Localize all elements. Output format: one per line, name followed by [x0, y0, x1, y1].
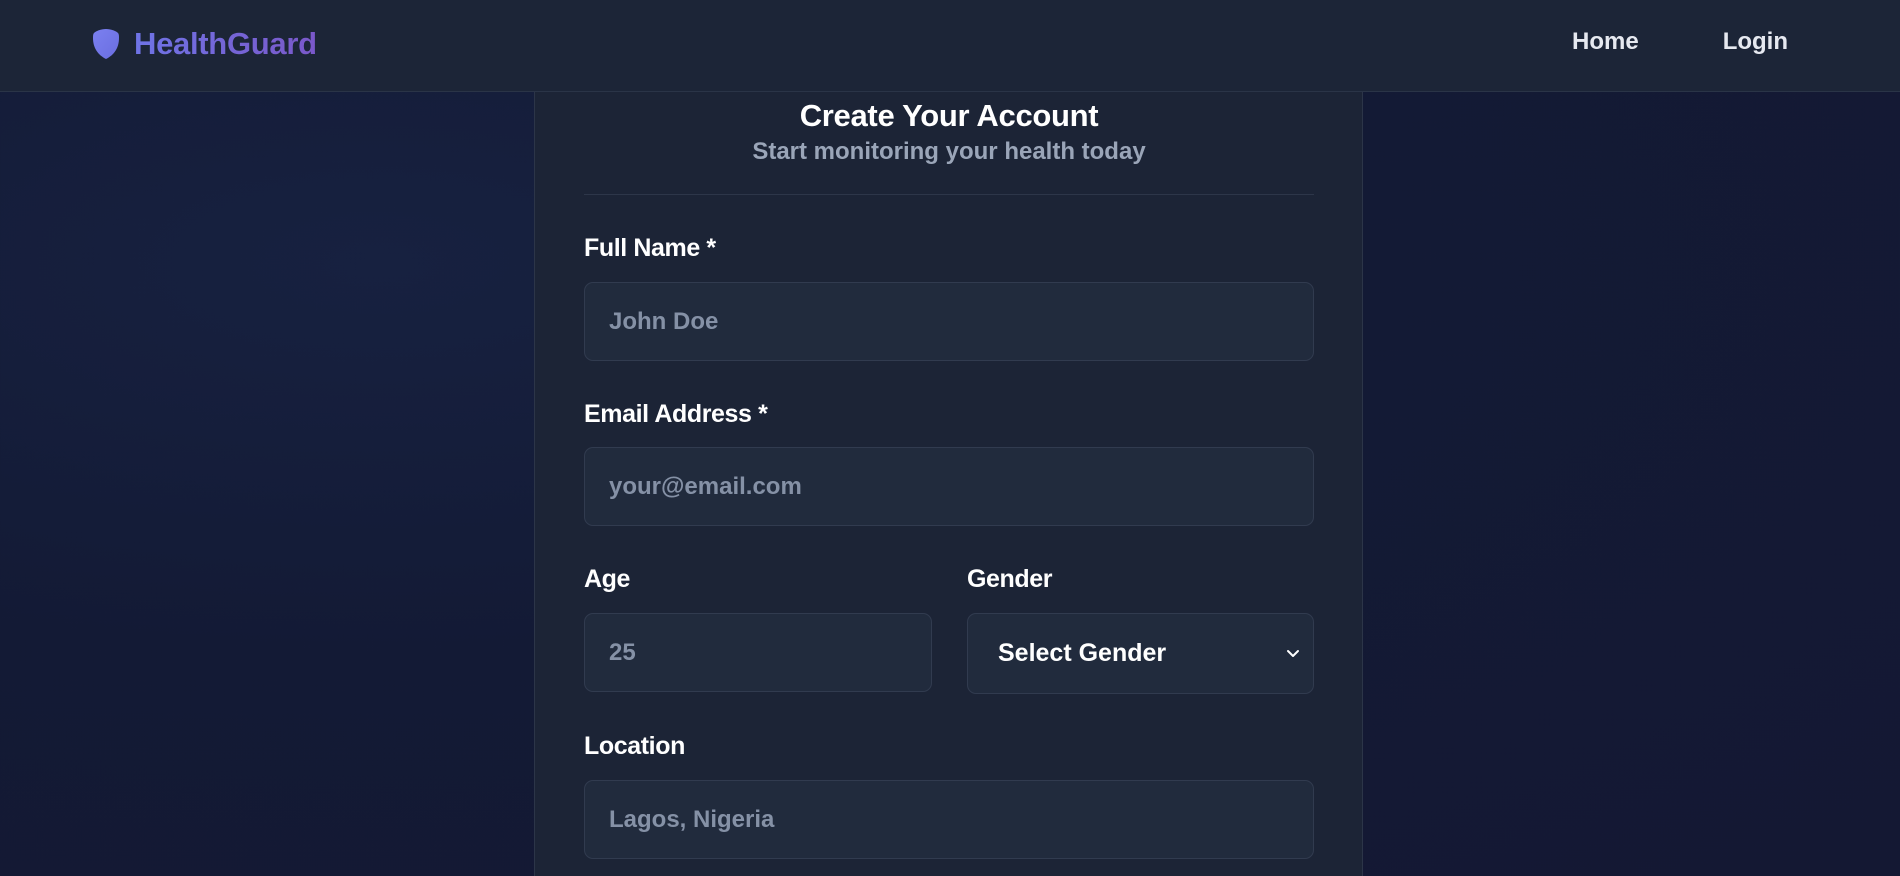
age-input[interactable] — [584, 613, 932, 692]
email-label: Email Address * — [584, 400, 768, 428]
full-name-input[interactable] — [584, 282, 1314, 361]
nav-link-login[interactable]: Login — [1723, 28, 1788, 56]
full-name-label: Full Name * — [584, 234, 716, 262]
top-navbar: HealthGuard Home Login — [0, 0, 1900, 92]
signup-card: Create Your Account Start monitoring you… — [534, 92, 1363, 876]
nav-links: Home Login — [1572, 28, 1788, 56]
brand-logo[interactable]: HealthGuard — [92, 26, 317, 62]
age-label: Age — [584, 565, 631, 593]
brand-name: HealthGuard — [134, 26, 317, 61]
nav-link-home[interactable]: Home — [1572, 28, 1639, 56]
page-subtitle: Start monitoring your health today — [752, 138, 1146, 165]
location-label: Location — [584, 732, 685, 760]
header-divider — [584, 194, 1314, 195]
gender-select-value: Select Gender — [998, 639, 1167, 667]
gender-label: Gender — [967, 565, 1053, 593]
page-title: Create Your Account — [799, 98, 1099, 133]
location-input[interactable] — [584, 780, 1314, 859]
email-input[interactable] — [584, 447, 1314, 526]
gender-select[interactable]: Select Gender — [967, 613, 1314, 694]
signup-form: Create Your Account Start monitoring you… — [584, 92, 1314, 876]
shield-icon — [92, 28, 120, 60]
